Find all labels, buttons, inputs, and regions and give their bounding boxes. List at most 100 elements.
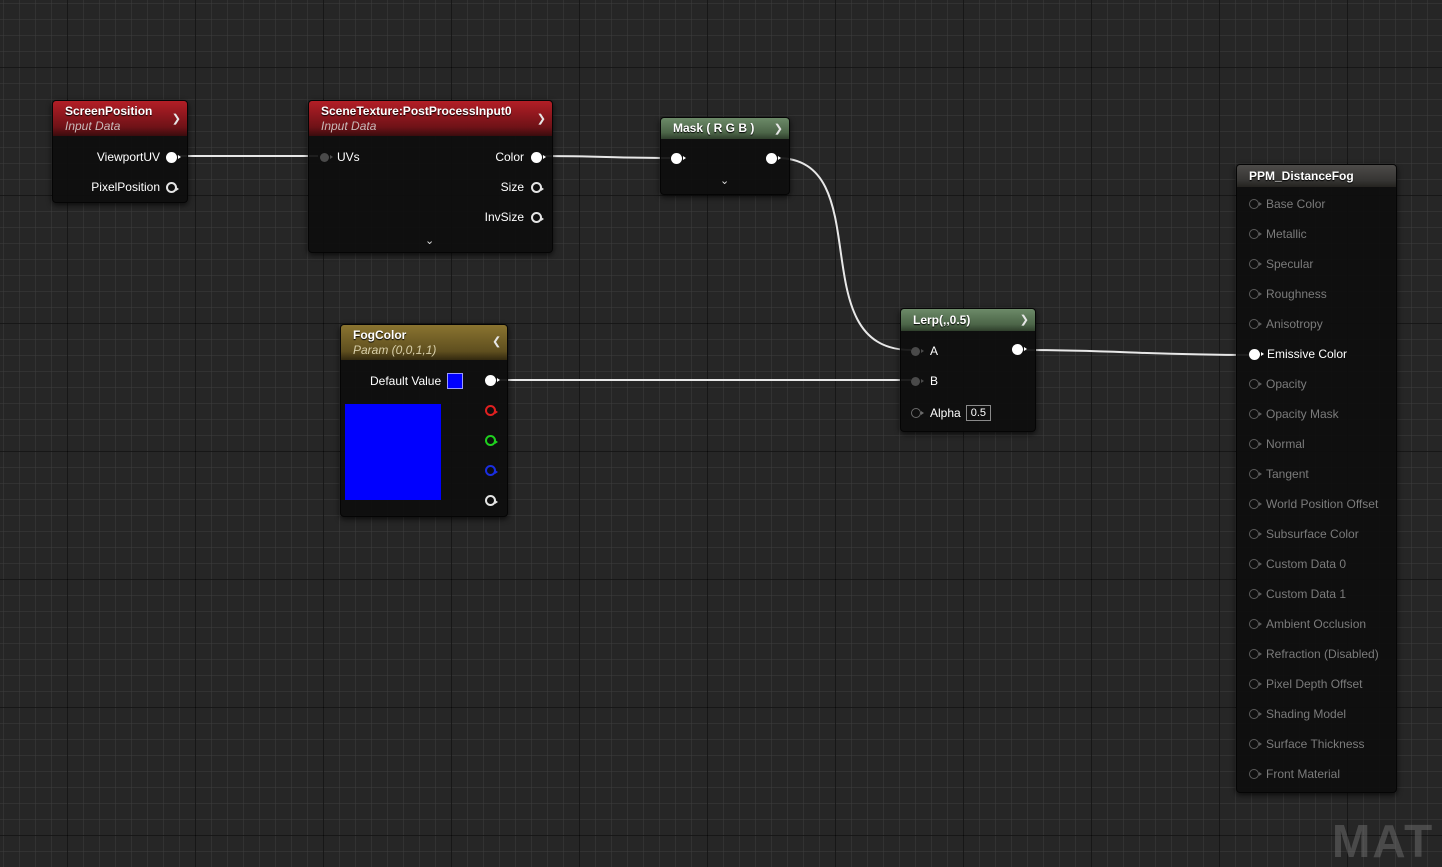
pin-pixelposition[interactable]: PixelPosition: [91, 180, 179, 194]
input-pin-filled-icon[interactable]: [671, 153, 686, 164]
pin-b-output[interactable]: [485, 465, 498, 476]
result-pin-row[interactable]: Ambient Occlusion: [1249, 617, 1366, 631]
output-pin-icon[interactable]: [485, 495, 498, 506]
input-pin-icon[interactable]: [1249, 649, 1262, 659]
chevron-down-icon[interactable]: ❯: [172, 111, 181, 124]
input-pin-icon[interactable]: [911, 346, 924, 356]
node-material-result[interactable]: PPM_DistanceFog Base Color Metallic Specul…: [1236, 164, 1397, 793]
input-pin-icon[interactable]: [1249, 409, 1262, 419]
node-header[interactable]: Lerp(,,0.5) ❯: [901, 309, 1035, 331]
pin-viewportuv[interactable]: ViewportUV: [96, 150, 181, 164]
input-pin-icon[interactable]: [911, 408, 924, 418]
node-header[interactable]: SceneTexture:PostProcessInput0 Input Dat…: [309, 101, 552, 136]
result-pin-row[interactable]: Shading Model: [1249, 707, 1346, 721]
pin-label: ViewportUV: [96, 150, 160, 164]
pin-lerp-b[interactable]: B: [911, 374, 938, 388]
pin-label: Base Color: [1266, 197, 1326, 211]
input-pin-icon[interactable]: [1249, 348, 1264, 360]
input-pin-icon[interactable]: [1249, 199, 1262, 209]
color-swatch-button[interactable]: [447, 373, 464, 389]
output-pin-filled-icon[interactable]: [766, 153, 781, 164]
output-pin-filled-icon[interactable]: [531, 151, 546, 163]
input-pin-icon[interactable]: [1249, 499, 1262, 509]
input-pin-icon[interactable]: [911, 376, 924, 386]
pin-invsize[interactable]: InvSize: [485, 210, 544, 224]
result-pin-row[interactable]: Front Material: [1249, 767, 1340, 781]
input-pin-icon[interactable]: [1249, 289, 1262, 299]
result-pin-row[interactable]: Anisotropy: [1249, 317, 1323, 331]
input-pin-icon[interactable]: [1249, 439, 1262, 449]
node-header[interactable]: PPM_DistanceFog: [1237, 165, 1396, 187]
output-pin-icon[interactable]: [166, 181, 179, 193]
input-pin-icon[interactable]: [1249, 379, 1262, 389]
pin-size[interactable]: Size: [501, 180, 544, 194]
node-header[interactable]: ScreenPosition Input Data ❯: [53, 101, 187, 136]
pin-lerp-a[interactable]: A: [911, 344, 938, 358]
node-lerp[interactable]: Lerp(,,0.5) ❯ A B Alpha 0.5: [900, 308, 1036, 432]
result-pin-row[interactable]: Opacity: [1249, 377, 1307, 391]
pin-label: Anisotropy: [1266, 317, 1323, 331]
input-pin-icon[interactable]: [1249, 559, 1262, 569]
pin-color[interactable]: Color: [495, 150, 546, 164]
chevron-down-icon[interactable]: ❯: [774, 121, 783, 134]
result-pin-row[interactable]: Metallic: [1249, 227, 1307, 241]
node-header[interactable]: Mask ( R G B ) ❯: [661, 118, 789, 139]
output-pin-icon[interactable]: [531, 181, 544, 193]
result-pin-row[interactable]: Tangent: [1249, 467, 1309, 481]
chevron-down-icon[interactable]: ⌄: [720, 174, 729, 187]
alpha-value-input[interactable]: 0.5: [965, 405, 991, 421]
output-pin-green-icon[interactable]: [485, 435, 498, 446]
result-pin-row[interactable]: Custom Data 0: [1249, 557, 1346, 571]
output-pin-blue-icon[interactable]: [485, 465, 498, 476]
node-scene-texture[interactable]: SceneTexture:PostProcessInput0 Input Dat…: [308, 100, 553, 253]
result-pin-row[interactable]: Surface Thickness: [1249, 737, 1365, 751]
result-pin-row[interactable]: Custom Data 1: [1249, 587, 1346, 601]
input-pin-icon[interactable]: [1249, 589, 1262, 599]
input-pin-icon[interactable]: [1249, 529, 1262, 539]
output-pin-icon[interactable]: [531, 211, 544, 223]
result-pin-row[interactable]: Opacity Mask: [1249, 407, 1339, 421]
input-pin-icon[interactable]: [1249, 709, 1262, 719]
result-pin-row[interactable]: Emissive Color: [1249, 347, 1347, 361]
node-header[interactable]: FogColor Param (0,0,1,1) ❯: [341, 325, 507, 360]
result-pin-row[interactable]: Normal: [1249, 437, 1305, 451]
node-screen-position[interactable]: ScreenPosition Input Data ❯ ViewportUV P…: [52, 100, 188, 203]
input-pin-icon[interactable]: [1249, 259, 1262, 269]
output-pin-filled-icon[interactable]: [485, 375, 500, 386]
input-pin-icon[interactable]: [1249, 319, 1262, 329]
chevron-down-icon[interactable]: ❯: [537, 111, 546, 124]
input-pin-icon[interactable]: [1249, 769, 1262, 779]
node-mask-rgb[interactable]: Mask ( R G B ) ❯ ⌄: [660, 117, 790, 195]
result-pin-row[interactable]: Roughness: [1249, 287, 1327, 301]
result-pin-row[interactable]: World Position Offset: [1249, 497, 1378, 511]
pin-mask-input[interactable]: [671, 153, 686, 164]
result-pin-row[interactable]: Subsurface Color: [1249, 527, 1359, 541]
output-pin-filled-icon[interactable]: [1012, 344, 1027, 355]
result-pin-row[interactable]: Refraction (Disabled): [1249, 647, 1379, 661]
pin-lerp-alpha[interactable]: Alpha 0.5: [911, 405, 991, 421]
chevron-up-icon[interactable]: ❯: [492, 335, 501, 348]
pin-r-output[interactable]: [485, 405, 498, 416]
pin-rgb-output[interactable]: [485, 375, 500, 386]
input-pin-icon[interactable]: [1249, 229, 1262, 239]
output-pin-filled-icon[interactable]: [166, 151, 181, 163]
input-pin-icon[interactable]: [1249, 469, 1262, 479]
pin-uvs[interactable]: UVs: [320, 150, 360, 164]
pin-lerp-output[interactable]: [1012, 344, 1027, 355]
pin-label: Color: [495, 150, 524, 164]
chevron-down-icon[interactable]: ❯: [1020, 313, 1029, 326]
pin-g-output[interactable]: [485, 435, 498, 446]
input-pin-icon[interactable]: [1249, 619, 1262, 629]
output-pin-red-icon[interactable]: [485, 405, 498, 416]
result-pin-row[interactable]: Pixel Depth Offset: [1249, 677, 1363, 691]
pin-a-output[interactable]: [485, 495, 498, 506]
input-pin-icon[interactable]: [1249, 739, 1262, 749]
result-pin-row[interactable]: Base Color: [1249, 197, 1325, 211]
node-fog-color[interactable]: FogColor Param (0,0,1,1) ❯ Default Value: [340, 324, 508, 517]
result-pin-row[interactable]: Specular: [1249, 257, 1313, 271]
pin-label: Surface Thickness: [1266, 737, 1365, 751]
pin-mask-output[interactable]: [766, 153, 781, 164]
chevron-down-icon[interactable]: ⌄: [425, 234, 434, 247]
input-pin-icon[interactable]: [1249, 679, 1262, 689]
input-pin-icon[interactable]: [320, 152, 333, 162]
